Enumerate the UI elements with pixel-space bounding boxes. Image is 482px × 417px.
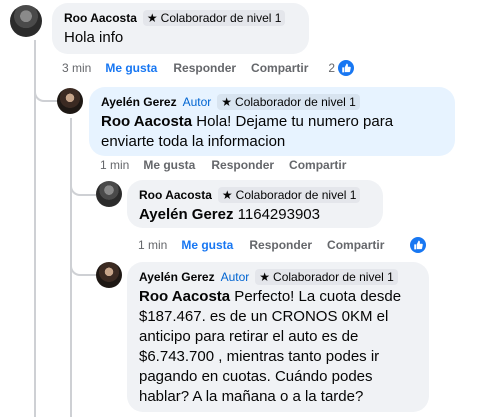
comment-text: Roo Aacosta Hola! Dejame tu numero para …	[101, 112, 443, 152]
comment-author[interactable]: Ayelén Gerez	[101, 94, 177, 110]
comment-actions: 3 min Me gusta Responder Compartir 2	[62, 60, 355, 76]
star-icon: ★	[221, 188, 233, 202]
comment-time[interactable]: 3 min	[62, 61, 91, 75]
thumbs-up-icon	[338, 60, 355, 76]
contributor-badge: ★ Colaborador de nivel 1	[217, 94, 360, 110]
comment-bubble: Ayelén Gerez Autor ★ Colaborador de nive…	[89, 87, 455, 156]
avatar[interactable]	[96, 181, 122, 207]
star-icon: ★	[221, 95, 233, 109]
star-icon: ★	[259, 270, 271, 284]
reaction-count-value: 2	[328, 61, 336, 75]
contributor-badge: ★ Colaborador de nivel 1	[255, 269, 398, 285]
thumbs-up-icon[interactable]	[410, 237, 427, 253]
share-button[interactable]: Compartir	[251, 61, 308, 75]
reply-button[interactable]: Responder	[211, 158, 274, 172]
comment-text: Ayelén Gerez 1164293903	[139, 205, 371, 225]
comment-author[interactable]: Roo Aacosta	[139, 187, 212, 203]
reply-button[interactable]: Responder	[173, 61, 236, 75]
reaction-count[interactable]: 2	[328, 60, 355, 76]
thread-line	[70, 174, 96, 196]
badge-label: Colaborador de nivel 1	[160, 11, 282, 25]
thread-line	[34, 80, 58, 102]
share-button[interactable]: Compartir	[289, 158, 346, 172]
comment-bubble: Roo Aacosta ★ Colaborador de nivel 1 Aye…	[127, 180, 383, 228]
star-icon: ★	[146, 11, 158, 25]
like-button[interactable]: Me gusta	[143, 158, 195, 172]
author-role: Autor	[220, 270, 250, 284]
comment-body: 1164293903	[233, 206, 320, 223]
contributor-badge: ★ Colaborador de nivel 1	[217, 187, 361, 203]
comment-time[interactable]: 1 min	[100, 158, 129, 172]
like-button[interactable]: Me gusta	[105, 61, 157, 75]
avatar[interactable]	[96, 262, 122, 288]
comment-text: Hola info	[64, 29, 124, 46]
comment-text: Roo Aacosta Perfecto! La cuota desde $18…	[139, 287, 417, 407]
badge-label: Colaborador de nivel 1	[273, 270, 394, 284]
reply-button[interactable]: Responder	[249, 238, 312, 252]
contributor-badge: ★ Colaborador de nivel 1	[142, 10, 286, 26]
comment-bubble: Roo Aacosta ★ Colaborador de nivel 1 Hol…	[52, 3, 309, 54]
avatar[interactable]	[10, 5, 42, 37]
comment-bubble: Ayelén Gerez Autor ★ Colaborador de nive…	[127, 262, 429, 412]
comment-thread: Roo Aacosta ★ Colaborador de nivel 1 Hol…	[0, 0, 482, 417]
thread-line	[70, 254, 96, 276]
avatar[interactable]	[57, 88, 83, 114]
comment-author[interactable]: Ayelén Gerez	[139, 269, 215, 285]
comment-time[interactable]: 1 min	[138, 238, 167, 252]
badge-label: Colaborador de nivel 1	[235, 95, 356, 109]
badge-label: Colaborador de nivel 1	[235, 188, 357, 202]
mention-link[interactable]: Ayelén Gerez	[139, 206, 234, 223]
author-role: Autor	[182, 95, 212, 109]
comment-body: Perfecto! La cuota desde $187.467. es de…	[139, 288, 402, 405]
comment-author[interactable]: Roo Aacosta	[64, 10, 137, 26]
comment-actions: 1 min Me gusta Responder Compartir	[138, 237, 427, 253]
like-button[interactable]: Me gusta	[181, 238, 233, 252]
mention-link[interactable]: Roo Aacosta	[139, 288, 230, 305]
comment-actions: 1 min Me gusta Responder Compartir	[100, 158, 346, 172]
mention-link[interactable]: Roo Aacosta	[101, 113, 192, 130]
share-button[interactable]: Compartir	[327, 238, 384, 252]
